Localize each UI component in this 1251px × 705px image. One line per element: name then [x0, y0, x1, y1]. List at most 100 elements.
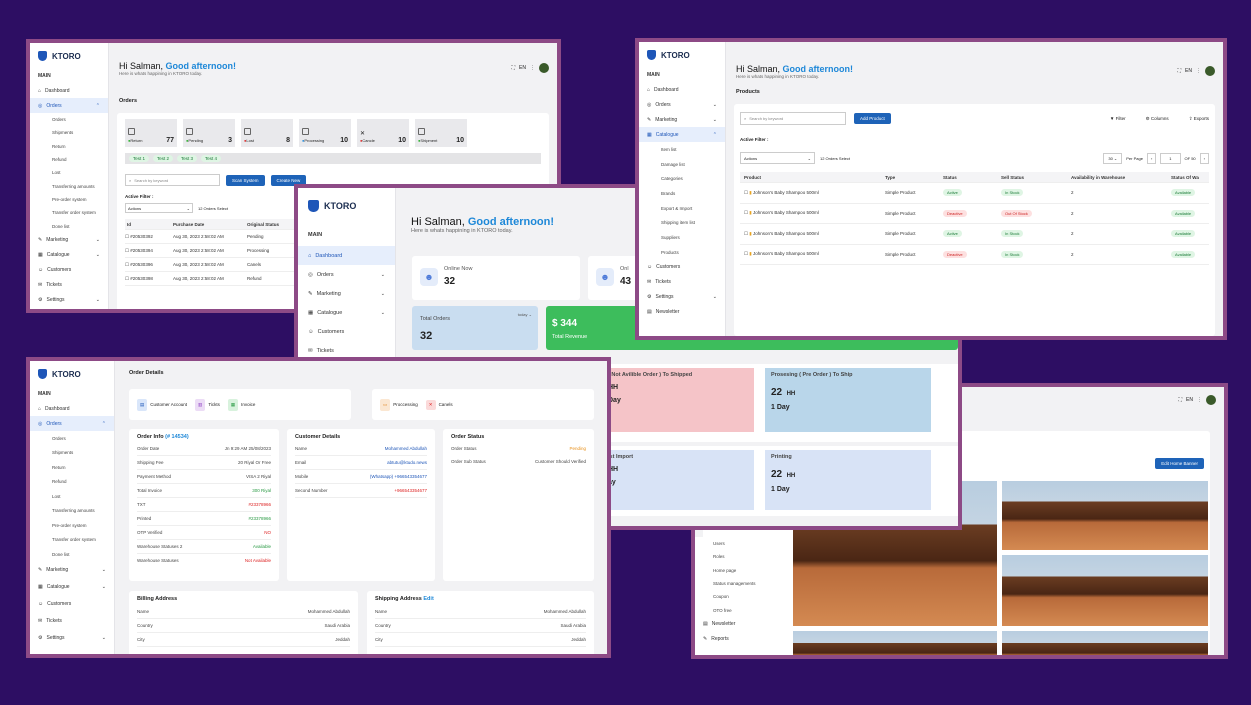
nav-dashboard[interactable]: ⌂ Dashboard [298, 246, 395, 265]
nav-dashboard[interactable]: ⌂ Dashboard [30, 401, 114, 416]
stat-card[interactable]: ●Return 77 [125, 119, 177, 147]
subnav-item[interactable]: Pre-order system [30, 518, 114, 533]
subnav-item[interactable]: Shipments [30, 446, 114, 461]
nav-customers[interactable]: ☺ Customers [30, 263, 108, 278]
subnav-item[interactable]: Orders [30, 431, 114, 446]
nav-newsletter[interactable]: ▤ Newsletter [695, 617, 775, 632]
banner-image[interactable] [1002, 555, 1208, 626]
fullscreen-icon[interactable]: ⛶ [512, 65, 516, 71]
subnav-item[interactable]: Refund [30, 153, 108, 166]
nav-settings[interactable]: ⚙ Settings ⌄ [639, 290, 725, 305]
nav-settings[interactable]: ⚙ Settings ⌄ [30, 293, 108, 308]
nav-customers[interactable]: ☺ Customers [298, 322, 395, 341]
tab-test-4[interactable]: Test 4 [201, 155, 222, 162]
nav-catalogue[interactable]: ▦ Catalogue ⌄ [30, 248, 108, 263]
prev-page-icon[interactable]: ‹ [1146, 152, 1157, 164]
banner-image[interactable] [793, 631, 997, 655]
avatar[interactable] [539, 63, 549, 73]
subnav-item[interactable]: Coupon [695, 590, 775, 603]
stat-card[interactable]: ●Lost 8 [241, 119, 293, 147]
banner-image[interactable] [1002, 631, 1208, 655]
cancel-chip[interactable]: ✕ Canels [425, 399, 453, 410]
table-row[interactable]: ☐ ▮ Johnson's Baby Shampoo 500ml Simple P… [740, 204, 1209, 224]
subnav-item[interactable]: Return [30, 140, 108, 153]
subnav-item[interactable]: Item list [639, 142, 725, 157]
subnav-item[interactable]: Lost [30, 489, 114, 504]
page-input[interactable]: 1 [1160, 152, 1181, 164]
tab-test-3[interactable]: Test 3 [177, 155, 198, 162]
edit-home-banner-button[interactable]: Edit Home Banner [1155, 458, 1204, 469]
stat-card[interactable]: ✕ ●Cancle 10 [357, 119, 409, 147]
nav-orders[interactable]: ◎ Orders ⌃ [30, 98, 108, 113]
scan-system-button[interactable]: Scan System [226, 174, 265, 186]
subnav-item[interactable]: Lost [30, 166, 108, 179]
subnav-item[interactable]: Status managements [695, 577, 775, 590]
search-input[interactable]: ⌕ Search by keyword [125, 174, 220, 186]
nav-tickets[interactable]: ✉ Tickets [639, 275, 725, 290]
stat-card[interactable]: ●Shipment 10 [415, 119, 467, 147]
actions-select[interactable]: Actions ⌄ [125, 203, 193, 213]
table-row[interactable]: ☐ ▮ Johnson's Baby Shampoo 500ml Simple P… [740, 245, 1209, 265]
table-row[interactable]: ☐ ▮ Johnson's Baby Shampoo 500ml Simple P… [740, 224, 1209, 245]
subnav-item[interactable]: Transferring amounts [30, 179, 108, 192]
fullscreen-icon[interactable]: ⛶ [1178, 68, 1182, 74]
subnav-item[interactable]: Done list [30, 219, 108, 232]
subnav-item[interactable]: Home page [695, 564, 775, 577]
filter-button[interactable]: ▼ Filter [1110, 116, 1126, 121]
customer-account-chip[interactable]: ▤ Customer Account [137, 398, 187, 411]
edit-address-link[interactable]: Edit [423, 596, 433, 602]
nav-catalogue[interactable]: ▦ Catalogue ⌄ [298, 303, 395, 322]
subnav-item[interactable]: Damage list [639, 157, 725, 172]
subnav-item[interactable]: Brands [639, 186, 725, 201]
nav-newsletter[interactable]: ▤ Newsletter [639, 305, 725, 320]
subnav-item[interactable]: Orders [30, 113, 108, 126]
nav-marketing[interactable]: ✎ Marketing ⌄ [30, 562, 114, 579]
next-page-icon[interactable]: › [1199, 152, 1209, 164]
nav-customers[interactable]: ☺ Customers [639, 260, 725, 275]
avatar[interactable] [1206, 395, 1216, 405]
avatar[interactable] [1205, 66, 1215, 76]
nav-marketing[interactable]: ✎ Marketing ⌄ [639, 112, 725, 127]
subnav-item[interactable]: Done list [30, 547, 114, 562]
period-select[interactable]: today ⌄ [518, 312, 532, 317]
nav-reports[interactable]: ✎ Reports [695, 632, 775, 647]
exports-button[interactable]: ⇪ Exports [1189, 116, 1209, 122]
nav-marketing[interactable]: ✎ Marketing ⌄ [298, 284, 395, 303]
nav-tickets[interactable]: ✉ Tickets [30, 613, 114, 630]
tab-test-1[interactable]: Test 1 [129, 155, 150, 162]
subnav-item[interactable]: Users [695, 537, 775, 550]
nav-tickets[interactable]: ✉ Tickets [30, 278, 108, 293]
tickets-chip[interactable]: ▥ Tickts [195, 398, 220, 411]
nav-customers[interactable]: ☺ Customers [30, 596, 114, 613]
nav-settings[interactable]: ⚙ Settings ⌄ [30, 630, 114, 647]
subnav-item[interactable]: Transfer order system [30, 206, 108, 219]
subnav-item[interactable]: OTO free [695, 603, 775, 616]
subnav-item[interactable]: Shipments [30, 126, 108, 139]
columns-button[interactable]: ⚙ Columns [1146, 116, 1169, 122]
actions-select[interactable]: Actions ⌄ [740, 152, 815, 164]
per-page-select[interactable]: 30 ⌄ [1103, 152, 1123, 164]
nav-orders[interactable]: ◎ Orders ⌄ [298, 265, 395, 284]
nav-orders[interactable]: ◎ Orders ⌄ [639, 97, 725, 112]
nav-marketing[interactable]: ✎ Marketing ⌄ [30, 233, 108, 248]
table-row[interactable]: ☐ ▮ Johnson's Baby Shampoo 500ml Simple P… [740, 183, 1209, 204]
nav-catalogue[interactable]: ▦ Catalogue ⌃ [639, 127, 725, 142]
stat-card[interactable]: ●Pending 3 [183, 119, 235, 147]
processing-chip[interactable]: ▭ Proccessing [380, 398, 418, 411]
subnav-item[interactable]: Suppliers [639, 230, 725, 245]
nav-orders[interactable]: ◎ Orders ⌃ [30, 416, 114, 431]
subnav-item[interactable]: Categories [639, 171, 725, 186]
nav-dashboard[interactable]: ⌂ Dashboard [30, 83, 108, 98]
invoice-chip[interactable]: ▦ Invoice [227, 398, 255, 411]
subnav-item[interactable]: Refund [30, 475, 114, 490]
subnav-item[interactable]: Pre-order system [30, 193, 108, 206]
subnav-item[interactable]: Export & Import [639, 201, 725, 216]
subnav-item[interactable]: Shipping item list [639, 215, 725, 230]
subnav-item[interactable]: Products [639, 245, 725, 260]
add-product-button[interactable]: Add Product [854, 113, 891, 124]
subnav-item[interactable]: Transferring amounts [30, 504, 114, 519]
nav-dashboard[interactable]: ⌂ Dashboard [639, 82, 725, 97]
fullscreen-icon[interactable]: ⛶ [1179, 397, 1183, 403]
subnav-item[interactable]: Return [30, 460, 114, 475]
nav-catalogue[interactable]: ▦ Catalogue ⌄ [30, 579, 114, 596]
